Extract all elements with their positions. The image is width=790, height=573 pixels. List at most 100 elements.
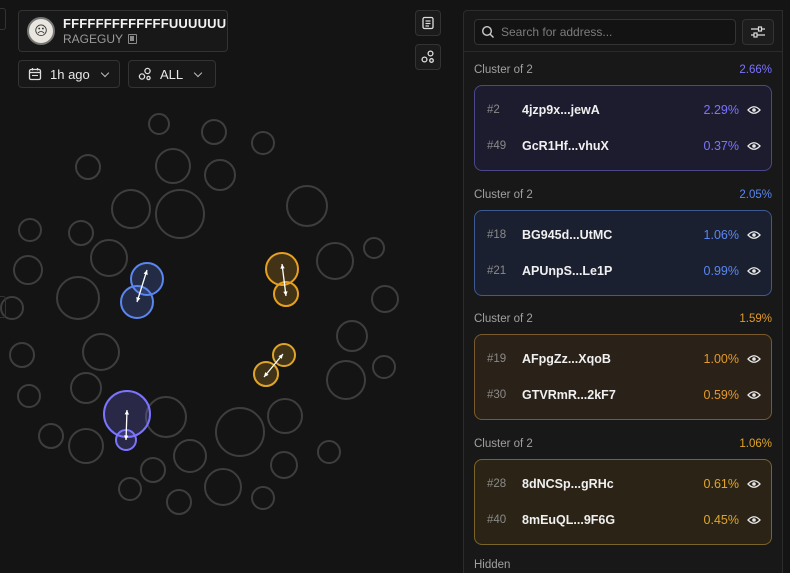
holder-address[interactable]: 8mEuQL...9F6G: [522, 513, 704, 527]
holder-rank: #18: [487, 229, 507, 241]
holder-bubble[interactable]: [286, 185, 328, 227]
holder-row[interactable]: #40 8mEuQL...9F6G 0.45%: [475, 502, 771, 538]
cluster-total-percent: 2.05%: [739, 189, 772, 201]
holder-rank: #28: [487, 478, 507, 490]
holder-address[interactable]: GcR1Hf...vhuX: [522, 139, 704, 153]
holder-address[interactable]: 8dNCSp...gRHc: [522, 477, 704, 491]
search-input[interactable]: [501, 25, 721, 39]
bubbles-icon: [138, 67, 151, 81]
holder-bubble[interactable]: [111, 189, 151, 229]
eye-icon[interactable]: [747, 479, 761, 489]
holder-address[interactable]: GTVRmR...2kF7: [522, 388, 704, 402]
holder-rank: #49: [487, 140, 507, 152]
holder-bubble[interactable]: [118, 477, 142, 501]
holder-bubble[interactable]: [251, 486, 275, 510]
eye-icon[interactable]: [747, 105, 761, 115]
holder-bubble[interactable]: [201, 119, 227, 145]
bubble-map-canvas[interactable]: ☹ FFFFFFFFFFFFFUUUUUUU... RAGEGUY 1h ago…: [0, 0, 463, 573]
holder-row[interactable]: #2 4jzp9x...jewA 2.29%: [475, 92, 771, 128]
graph-view-button[interactable]: [415, 44, 441, 70]
cluster-label: Cluster of 2: [474, 189, 533, 201]
cluster-total-percent: 1.59%: [739, 313, 772, 325]
holder-bubble[interactable]: [18, 218, 42, 242]
holder-bubble[interactable]: [204, 468, 242, 506]
token-symbol: RAGEGUY: [63, 32, 124, 46]
holder-bubble[interactable]: [90, 239, 128, 277]
holder-bubble[interactable]: [166, 489, 192, 515]
holder-bubble[interactable]: [316, 242, 354, 280]
holder-rank: #30: [487, 389, 507, 401]
time-label: 1h ago: [50, 66, 90, 82]
eye-icon[interactable]: [747, 354, 761, 364]
cluster-card[interactable]: #18 BG945d...UtMC 1.06% #21 APUnpS...Le1P 0.9…: [474, 210, 772, 296]
eye-icon[interactable]: [747, 266, 761, 276]
cluster-label: Cluster of 2: [474, 313, 533, 325]
drag-handle[interactable]: [0, 296, 6, 318]
list-view-button[interactable]: [415, 10, 441, 36]
cluster-group: Cluster of 2 2.66% #2 4jzp9x...jewA 2.29% #49…: [474, 63, 772, 171]
address-search-box[interactable]: [474, 19, 736, 45]
copy-icon[interactable]: [128, 34, 138, 44]
sliders-icon: [751, 26, 765, 38]
holder-bubble[interactable]: [9, 342, 35, 368]
cluster-group: Cluster of 2 1.06% #28 8dNCSp...gRHc 0.61% #4…: [474, 437, 772, 545]
holder-bubble[interactable]: [75, 154, 101, 180]
holder-bubble[interactable]: [270, 451, 298, 479]
eye-icon[interactable]: [747, 230, 761, 240]
cluster-card[interactable]: #28 8dNCSp...gRHc 0.61% #40 8mEuQL...9F6G 0.4…: [474, 459, 772, 545]
holder-bubble[interactable]: [371, 285, 399, 313]
eye-icon[interactable]: [747, 390, 761, 400]
holder-bubble[interactable]: [70, 372, 102, 404]
cluster-card[interactable]: #19 AFpgZz...XqoB 1.00% #30 GTVRmR...2kF7 0.5…: [474, 334, 772, 420]
holder-address[interactable]: BG945d...UtMC: [522, 228, 704, 242]
token-info-card[interactable]: ☹ FFFFFFFFFFFFFUUUUUUU... RAGEGUY: [18, 10, 228, 52]
holder-bubble[interactable]: [372, 355, 396, 379]
cluster-group: Cluster of 2 2.05% #18 BG945d...UtMC 1.06% #2…: [474, 188, 772, 296]
holder-bubble[interactable]: [38, 423, 64, 449]
holder-bubble[interactable]: [140, 457, 166, 483]
token-name: FFFFFFFFFFFFFUUUUUUU...: [63, 16, 227, 31]
holder-bubble[interactable]: [13, 255, 43, 285]
holder-address[interactable]: AFpgZz...XqoB: [522, 352, 704, 366]
holder-row[interactable]: #49 GcR1Hf...vhuX 0.37%: [475, 128, 771, 164]
holder-bubble[interactable]: [17, 384, 41, 408]
holder-bubble[interactable]: [215, 407, 265, 457]
chevron-down-icon: [193, 68, 203, 77]
holder-row[interactable]: #19 AFpgZz...XqoB 1.00%: [475, 341, 771, 377]
eye-icon[interactable]: [747, 141, 761, 151]
holder-bubble[interactable]: [317, 440, 341, 464]
cluster-card[interactable]: #2 4jzp9x...jewA 2.29% #49 GcR1Hf...vhuX 0.37…: [474, 85, 772, 171]
holder-address[interactable]: APUnpS...Le1P: [522, 264, 704, 278]
collapse-tab[interactable]: [0, 8, 6, 30]
holder-bubble[interactable]: [204, 159, 236, 191]
holder-rank: #19: [487, 353, 507, 365]
holder-percent: 0.99%: [703, 264, 739, 278]
holder-rank: #21: [487, 265, 507, 277]
holder-bubble[interactable]: [251, 131, 275, 155]
holder-bubble[interactable]: [363, 237, 385, 259]
holder-row[interactable]: #21 APUnpS...Le1P 0.99%: [475, 253, 771, 289]
holder-row[interactable]: #30 GTVRmR...2kF7 0.59%: [475, 377, 771, 413]
holder-bubble[interactable]: [145, 396, 187, 438]
holder-filter-selector[interactable]: ALL: [128, 60, 216, 88]
holder-bubble[interactable]: [68, 428, 104, 464]
holder-bubble[interactable]: [56, 276, 100, 320]
holder-bubble[interactable]: [267, 398, 303, 434]
holder-bubble[interactable]: [326, 360, 366, 400]
time-selector[interactable]: 1h ago: [18, 60, 120, 88]
eye-icon[interactable]: [747, 515, 761, 525]
chevron-down-icon: [100, 68, 110, 77]
holder-bubble[interactable]: [155, 189, 205, 239]
holder-bubble[interactable]: [155, 148, 191, 184]
holder-bubble[interactable]: [148, 113, 170, 135]
holder-bubble[interactable]: [82, 333, 120, 371]
holder-row[interactable]: #18 BG945d...UtMC 1.06%: [475, 217, 771, 253]
holder-bubble[interactable]: [68, 220, 94, 246]
holder-row[interactable]: #28 8dNCSp...gRHc 0.61%: [475, 466, 771, 502]
holder-address[interactable]: 4jzp9x...jewA: [522, 103, 704, 117]
hidden-section-label[interactable]: Hidden: [474, 559, 510, 571]
holder-bubble[interactable]: [336, 320, 368, 352]
holder-bubble[interactable]: [173, 439, 207, 473]
calendar-icon: [28, 68, 42, 81]
filter-settings-button[interactable]: [742, 19, 774, 45]
